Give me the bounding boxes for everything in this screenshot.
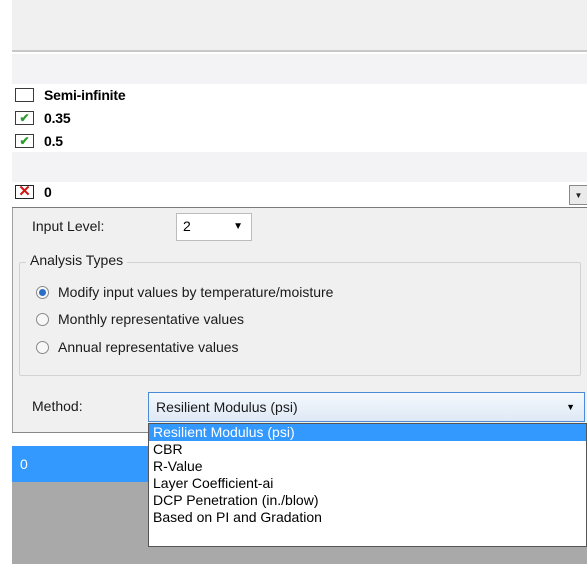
- row-stripe: [12, 152, 587, 182]
- method-option-resilient-modulus[interactable]: Resilient Modulus (psi): [149, 424, 586, 441]
- green-check-icon[interactable]: ✔: [15, 111, 34, 125]
- layer-row-label: Semi-infinite: [44, 87, 126, 103]
- chevron-down-icon: ▼: [566, 402, 575, 412]
- toolbar-area: [12, 0, 587, 52]
- chevron-down-icon: ▼: [233, 221, 243, 232]
- row-stripe: [12, 54, 587, 84]
- radio-selected-icon[interactable]: [36, 285, 49, 299]
- radio-modify-by-temperature[interactable]: Modify input values by temperature/moist…: [36, 282, 333, 302]
- radio-annual-values[interactable]: Annual representative values: [36, 337, 239, 357]
- layer-row-semi-infinite[interactable]: Semi-infinite: [15, 85, 126, 105]
- radio-unselected-icon[interactable]: [36, 340, 49, 354]
- value-list-selected-value: 0: [20, 456, 28, 472]
- green-check-icon[interactable]: ✔: [15, 134, 34, 148]
- layer-row-0-35[interactable]: ✔ 0.35: [15, 108, 71, 128]
- input-level-label: Input Level:: [32, 218, 105, 234]
- method-option-dcp-penetration[interactable]: DCP Penetration (in./blow): [149, 492, 586, 509]
- radio-label: Modify input values by temperature/moist…: [58, 284, 334, 300]
- grid-empty-area: [148, 547, 587, 564]
- method-option-layer-coefficient[interactable]: Layer Coefficient-ai: [149, 475, 586, 492]
- row-dropdown-button[interactable]: ▼: [569, 185, 587, 205]
- analysis-types-title: Analysis Types: [26, 252, 128, 268]
- layer-row-0-5[interactable]: ✔ 0.5: [15, 131, 63, 151]
- method-label: Method:: [32, 398, 83, 414]
- radio-label: Annual representative values: [58, 339, 239, 355]
- method-select[interactable]: Resilient Modulus (psi) ▼: [148, 392, 585, 422]
- value-list-header: [12, 432, 148, 446]
- layer-row-selected[interactable]: ✕ 0: [15, 182, 52, 202]
- method-value: Resilient Modulus (psi): [156, 399, 298, 415]
- method-option-r-value[interactable]: R-Value: [149, 458, 586, 475]
- layer-row-label: 0: [44, 184, 52, 200]
- input-level-select[interactable]: 2 ▼: [176, 213, 252, 241]
- value-list-selected-row[interactable]: 0: [12, 446, 148, 482]
- input-level-value: 2: [183, 218, 191, 234]
- unchecked-checkbox-icon[interactable]: [15, 88, 34, 102]
- red-cross-icon[interactable]: ✕: [15, 184, 34, 199]
- method-dropdown-list: Resilient Modulus (psi) CBR R-Value Laye…: [148, 423, 587, 547]
- radio-label: Monthly representative values: [58, 311, 244, 327]
- chevron-down-icon: ▼: [574, 190, 583, 200]
- layer-row-label: 0.5: [44, 133, 63, 149]
- radio-monthly-values[interactable]: Monthly representative values: [36, 309, 244, 329]
- radio-unselected-icon[interactable]: [36, 312, 49, 326]
- method-option-pi-gradation[interactable]: Based on PI and Gradation: [149, 509, 586, 526]
- method-option-cbr[interactable]: CBR: [149, 441, 586, 458]
- layer-row-label: 0.35: [44, 110, 71, 126]
